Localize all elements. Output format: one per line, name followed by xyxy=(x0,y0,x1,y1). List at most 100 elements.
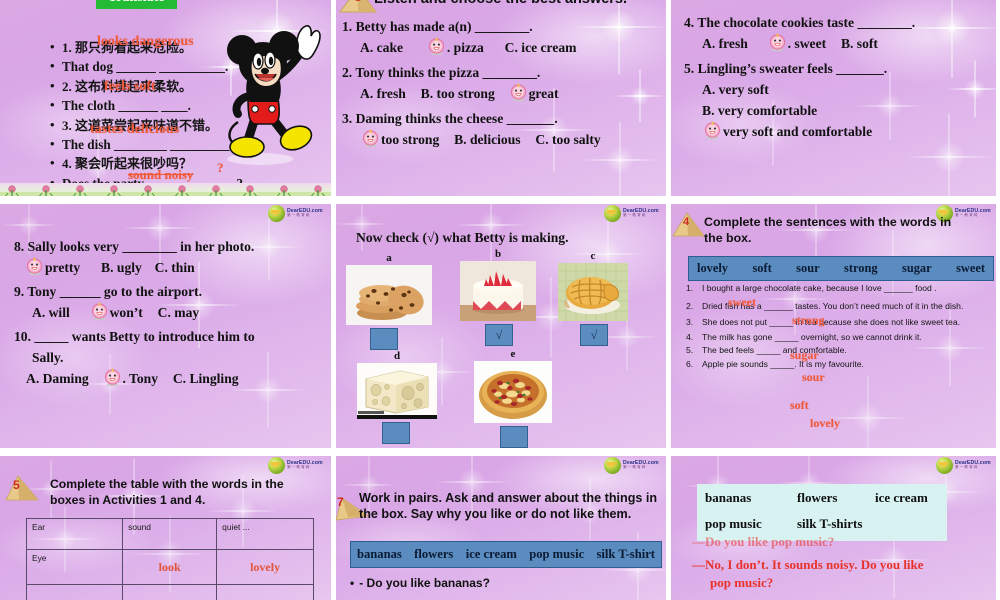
slide-questions-8-10[interactable]: DearEDU.com 第一教育网 8. Sally looks very __… xyxy=(0,200,332,452)
word-bank-item[interactable]: pop music xyxy=(529,547,584,562)
question-stem: 2. Tony thinks the pizza ________. xyxy=(342,65,541,81)
option-label[interactable]: . Tony xyxy=(123,371,159,386)
option-label[interactable]: A. fresh xyxy=(360,86,406,101)
slide-listen-choose[interactable]: Listen and choose the best answers. 1. B… xyxy=(332,0,668,200)
food-card[interactable]: e xyxy=(474,348,552,448)
slide-check-betty-making[interactable]: DearEDU.com 第一教育网 Now check (√) what Bet… xyxy=(332,200,668,452)
option-label[interactable]: great xyxy=(529,86,559,101)
option-label[interactable]: very soft and comfortable xyxy=(723,124,872,139)
option-label[interactable]: A. will xyxy=(32,305,70,320)
option-label[interactable]: . pizza xyxy=(447,40,484,55)
check-box[interactable] xyxy=(500,426,528,448)
option-label[interactable]: B. soft xyxy=(841,36,878,51)
question-stem: 8. Sally looks very ________ in her phot… xyxy=(14,239,255,254)
question-options: A. fresh . sweet B. soft xyxy=(684,33,992,54)
correct-answer-face-icon xyxy=(25,257,44,276)
food-card[interactable]: d xyxy=(356,350,438,444)
food-card[interactable]: c √ xyxy=(558,250,628,346)
logo-ball-icon xyxy=(268,457,285,474)
logo-ball-icon xyxy=(604,205,621,222)
word-bank-item[interactable]: sour xyxy=(796,261,819,276)
option-label[interactable]: B. very comfortable xyxy=(684,100,992,121)
sentence-row: 1. I bought a large chocolate cake, beca… xyxy=(684,283,984,294)
slide-listen-choose-2[interactable]: 4. The chocolate cookies taste ________.… xyxy=(668,0,1000,200)
word-bank-item[interactable]: lovely xyxy=(697,261,728,276)
option-label[interactable]: A. fresh xyxy=(702,36,748,51)
option-label[interactable]: B. delicious xyxy=(454,132,520,147)
option-label[interactable]: . sweet xyxy=(788,36,827,51)
word-bank-item[interactable]: flowers xyxy=(414,547,453,562)
answer-annotation: lovely xyxy=(810,416,840,430)
slide-work-in-pairs[interactable]: DearEDU.com 第一教育网 7 Work in pairs. Ask a… xyxy=(332,452,668,600)
check-box[interactable]: √ xyxy=(485,324,513,346)
question-stem-continued: Sally. xyxy=(32,350,64,366)
sentence-text: Apple pie sounds _____. It is my favouri… xyxy=(702,358,864,369)
check-box[interactable] xyxy=(370,328,398,350)
word-box-item[interactable]: ice cream xyxy=(875,490,928,506)
food-card[interactable]: b √ xyxy=(460,248,536,346)
option-label[interactable]: B. ugly xyxy=(101,260,142,275)
question-options: too strong B. delicious C. too salty xyxy=(342,129,660,150)
option-label[interactable]: B. too strong xyxy=(421,86,495,101)
sentence-number: 3. xyxy=(686,316,694,327)
arrow-marker-icon: 5 xyxy=(5,475,39,501)
sentence-text: She does not put _____ in tea because sh… xyxy=(702,316,960,327)
logo-sub: 第一教育网 xyxy=(287,465,311,470)
slide-wordbox-dialogue[interactable]: DearEDU.com 第一教育网 bananas flowers ice cr… xyxy=(668,452,1000,600)
word-box-item[interactable]: pop music xyxy=(705,516,797,532)
option-label[interactable]: C. thin xyxy=(155,260,195,275)
option-label[interactable]: won’t xyxy=(110,305,143,320)
word-bank-item[interactable]: silk T-shirt xyxy=(597,547,655,562)
logo-ball-icon xyxy=(936,457,953,474)
option-label[interactable]: too strong xyxy=(381,132,439,147)
check-box[interactable] xyxy=(382,422,410,444)
word-bank-item[interactable]: sweet xyxy=(956,261,985,276)
sentence-number: 2. xyxy=(686,301,694,312)
slide-complete-sentences[interactable]: DearEDU.com 第一教育网 4 Complete the sentenc… xyxy=(668,200,1000,452)
option-label[interactable]: C. may xyxy=(158,305,200,320)
question-stem: 1. Betty has made a(n) ________. xyxy=(342,19,533,34)
word-box-item[interactable]: flowers xyxy=(797,490,875,506)
option-label[interactable]: C. ice cream xyxy=(505,40,577,55)
table-row: Eye look lovely xyxy=(25,549,314,585)
flower-border-decoration xyxy=(0,183,332,200)
word-box-item[interactable]: bananas xyxy=(705,490,797,506)
logo-sub: 第一教育网 xyxy=(623,465,647,470)
table-cell-sense xyxy=(25,584,124,600)
dialogue-line-answer: —No, I don’t. It sounds noisy. Do you li… xyxy=(692,557,924,572)
food-card[interactable]: a xyxy=(346,252,432,350)
option-label[interactable]: pretty xyxy=(45,260,80,275)
correct-answer-face-icon xyxy=(768,33,787,52)
answer-annotation: tastes delicious xyxy=(90,122,180,137)
word-bank-item[interactable]: ice cream xyxy=(466,547,517,562)
table-cell-adjective xyxy=(216,584,314,600)
question-options: pretty B. ugly C. thin xyxy=(14,257,324,278)
word-bank-item[interactable]: sugar xyxy=(902,261,932,276)
slide-complete-table[interactable]: DearEDU.com 第一教育网 5 Complete the table w… xyxy=(0,452,332,600)
option-label[interactable]: C. Lingling xyxy=(173,371,239,386)
word-box-row: pop music silk T-shirts xyxy=(697,506,947,532)
option-label[interactable]: C. too salty xyxy=(535,132,600,147)
option-label[interactable]: A. Daming xyxy=(26,371,89,386)
word-box-item[interactable]: silk T-shirts xyxy=(797,516,862,532)
question-stem: 4. The chocolate cookies taste ________. xyxy=(684,15,916,30)
dearedu-watermark-logo: DearEDU.com 第一教育网 xyxy=(268,205,326,222)
word-bank-item[interactable]: strong xyxy=(844,261,878,276)
table-cell-verb xyxy=(122,584,218,600)
correct-answer-face-icon xyxy=(103,368,122,387)
option-label[interactable]: A. cake xyxy=(360,40,403,55)
table-row: Ear sound quiet ... xyxy=(25,518,314,550)
option-label[interactable]: A. very soft xyxy=(684,79,992,100)
word-bank-item[interactable]: soft xyxy=(752,261,771,276)
word-bank-item[interactable]: bananas xyxy=(357,547,402,562)
apple-pie-image xyxy=(558,263,628,321)
question-stem: 9. Tony ______ go to the airport. xyxy=(14,284,203,300)
dialogue-line-question: —Do you like pop music? xyxy=(692,534,835,549)
arrow-marker-icon: 4 xyxy=(672,212,705,237)
logo-sub: 第一教育网 xyxy=(955,465,979,470)
food-letter-label: c xyxy=(590,250,596,262)
slide-translate[interactable]: Translate 1. 那只狗看起来危险。 That dog ______ _… xyxy=(0,0,332,200)
logo-ball-icon xyxy=(268,205,285,222)
question-options: A. cake . pizza C. ice cream xyxy=(342,37,660,58)
check-box[interactable]: √ xyxy=(580,324,608,346)
